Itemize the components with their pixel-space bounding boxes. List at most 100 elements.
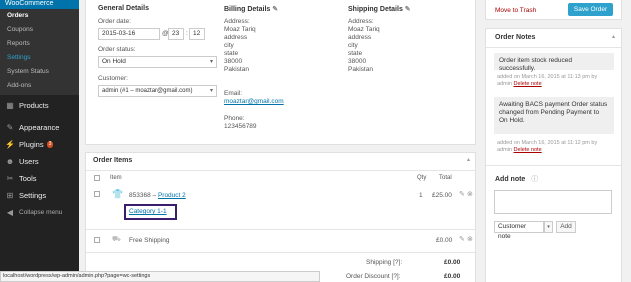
order-date-label: Order date: <box>98 18 131 25</box>
browser-status-bar: localhost/wordpress/wp-admin/admin.php?p… <box>0 271 320 282</box>
col-total-header: Total <box>439 175 452 181</box>
note-item: Order item stock reduced successfully. <box>494 53 614 72</box>
note-type-dropdown-arrow[interactable]: ▾ <box>544 221 553 233</box>
item-total: £25.00 <box>432 192 452 199</box>
billing-address: Moaz Tariq address city state 38000 Paki… <box>224 26 256 73</box>
sidebar-item-appearance[interactable]: ✎ Appearance <box>0 119 79 136</box>
sidebar-item-tools[interactable]: ✂ Tools <box>0 170 79 187</box>
order-status-select[interactable]: On Hold <box>98 56 217 68</box>
shipping-truck-icon: ⛟ <box>112 236 121 243</box>
customer-select[interactable]: admin (#1 – moaztar@gmail.com) <box>98 85 217 97</box>
plugin-update-badge: 3 <box>46 141 54 148</box>
delete-note-link[interactable]: Delete note <box>514 147 542 153</box>
submenu-reports[interactable]: Reports <box>0 37 79 51</box>
note-item: Awaiting BACS payment Order status chang… <box>494 97 614 134</box>
general-details-title: General Details <box>98 5 149 12</box>
save-order-button[interactable]: Save Order <box>568 3 613 16</box>
products-icon: ▦ <box>6 101 14 110</box>
shipping-method-name: Free Shipping <box>129 237 170 244</box>
divider <box>486 165 621 166</box>
shipping-details-label: Shipping Details <box>348 6 403 13</box>
order-hour-input[interactable]: 23 <box>168 28 184 40</box>
sidebar-item-label: Appearance <box>19 123 60 132</box>
order-status-label: Order status: <box>98 46 136 53</box>
billing-details-title: Billing Details ✎ <box>224 5 278 13</box>
help-icon[interactable]: ⓘ <box>531 176 538 183</box>
note-date: added on March 16, 2015 at 11:12 pm by <box>497 140 598 146</box>
table-row: ⛟ Free Shipping £0.00 ✎ ⊗ <box>86 233 475 249</box>
discount-label: Order Discount [?]: <box>346 273 401 280</box>
delete-shipping-line-icon[interactable]: ⊗ <box>467 235 473 243</box>
sidebar-item-label: Settings <box>19 191 47 200</box>
edit-billing-icon[interactable]: ✎ <box>272 6 278 13</box>
shipping-address: Moaz Tariq address city state 38000 Paki… <box>348 26 380 73</box>
delete-item-icon[interactable]: ⊗ <box>467 190 473 198</box>
divider <box>86 170 475 171</box>
item-qty: 1 <box>419 192 423 199</box>
divider <box>486 47 621 48</box>
product-thumbnail-icon: 👕 <box>112 189 124 199</box>
paintbrush-icon: ✎ <box>6 123 14 132</box>
order-date-input[interactable]: 2015-03-16 <box>98 28 160 40</box>
shipping-total-value: £0.00 <box>444 259 461 266</box>
sidebar-item-plugins[interactable]: ⚡ Plugins 3 <box>0 136 79 153</box>
add-note-title: Add note ⓘ <box>495 174 538 184</box>
submenu-system-status[interactable]: System Status <box>0 65 79 79</box>
time-colon: : <box>186 30 188 37</box>
order-notes-title: Order Notes <box>495 34 536 41</box>
collapse-toggle-icon[interactable]: ▴ <box>467 156 470 163</box>
woocommerce-submenu: Orders Coupons Reports Settings System S… <box>0 9 79 95</box>
submenu-add-ons[interactable]: Add-ons <box>0 79 79 93</box>
submenu-settings[interactable]: Settings <box>0 51 79 65</box>
collapse-menu-label: Collapse menu <box>19 209 63 216</box>
collapse-icon: ◀ <box>6 208 14 217</box>
submenu-coupons[interactable]: Coupons <box>0 23 79 37</box>
settings-icon: ⊞ <box>6 191 14 200</box>
note-type-select[interactable]: Customer note <box>494 221 544 240</box>
row-checkbox[interactable] <box>94 237 100 243</box>
wrench-icon: ✂ <box>6 174 14 183</box>
sidebar-item-products[interactable]: ▦ Products <box>0 97 79 114</box>
shipping-total-label: Shipping [?]: <box>366 259 403 266</box>
divider <box>86 252 475 253</box>
note-meta: added on March 16, 2015 at 11:12 pm by a… <box>497 140 597 154</box>
note-meta: added on March 16, 2015 at 11:13 pm by a… <box>497 74 597 88</box>
product-link[interactable]: Product 2 <box>158 192 186 199</box>
col-item-header: Item <box>110 175 122 181</box>
delete-note-link[interactable]: Delete note <box>514 81 542 87</box>
note-textarea[interactable] <box>494 190 612 214</box>
admin-sidebar: WooCommerce Orders Coupons Reports Setti… <box>0 0 79 282</box>
billing-email-label: Email: <box>224 90 243 97</box>
row-checkbox[interactable] <box>94 191 100 197</box>
notes-toggle-icon[interactable]: ▴ <box>612 33 615 40</box>
order-minute-input[interactable]: 12 <box>189 28 205 40</box>
users-icon: ☻ <box>5 157 15 166</box>
shipping-address-label: Address: <box>348 18 374 25</box>
sidebar-item-label: Tools <box>19 174 37 183</box>
edit-shipping-line-icon[interactable]: ✎ <box>459 235 465 243</box>
add-note-button[interactable]: Add <box>556 221 576 233</box>
category-link[interactable]: Category 1-1 <box>129 208 167 215</box>
sidebar-item-users[interactable]: ☻ Users <box>0 153 79 170</box>
plugin-icon: ⚡ <box>5 140 15 149</box>
order-items-panel: Order Items ▴ Item Qty Total 👕 853368 – … <box>85 152 476 282</box>
table-row: 👕 853368 – Product 2 Category 1-1 1 £25.… <box>86 183 475 229</box>
discount-value: £0.00 <box>444 273 461 280</box>
edit-item-icon[interactable]: ✎ <box>459 190 465 198</box>
sidebar-item-settings[interactable]: ⊞ Settings <box>0 187 79 204</box>
select-all-checkbox[interactable] <box>94 175 100 181</box>
edit-shipping-icon[interactable]: ✎ <box>405 6 411 13</box>
submenu-orders[interactable]: Orders <box>0 9 79 23</box>
shipping-method-total: £0.00 <box>436 237 453 244</box>
customer-label: Customer: <box>98 75 128 82</box>
collapse-menu-button[interactable]: ◀ Collapse menu <box>0 204 79 221</box>
billing-phone: 123456789 <box>224 123 257 130</box>
product-line: 853368 – Product 2 <box>129 192 186 199</box>
sidebar-item-label: Users <box>19 157 39 166</box>
billing-email-link[interactable]: moaztar@gmail.com <box>224 98 284 105</box>
move-to-trash-link[interactable]: Move to Trash <box>495 7 536 14</box>
product-id: 853368 – <box>129 192 157 199</box>
sidebar-woocommerce[interactable]: WooCommerce <box>0 0 79 9</box>
billing-details-label: Billing Details <box>224 6 271 13</box>
divider <box>86 229 475 230</box>
